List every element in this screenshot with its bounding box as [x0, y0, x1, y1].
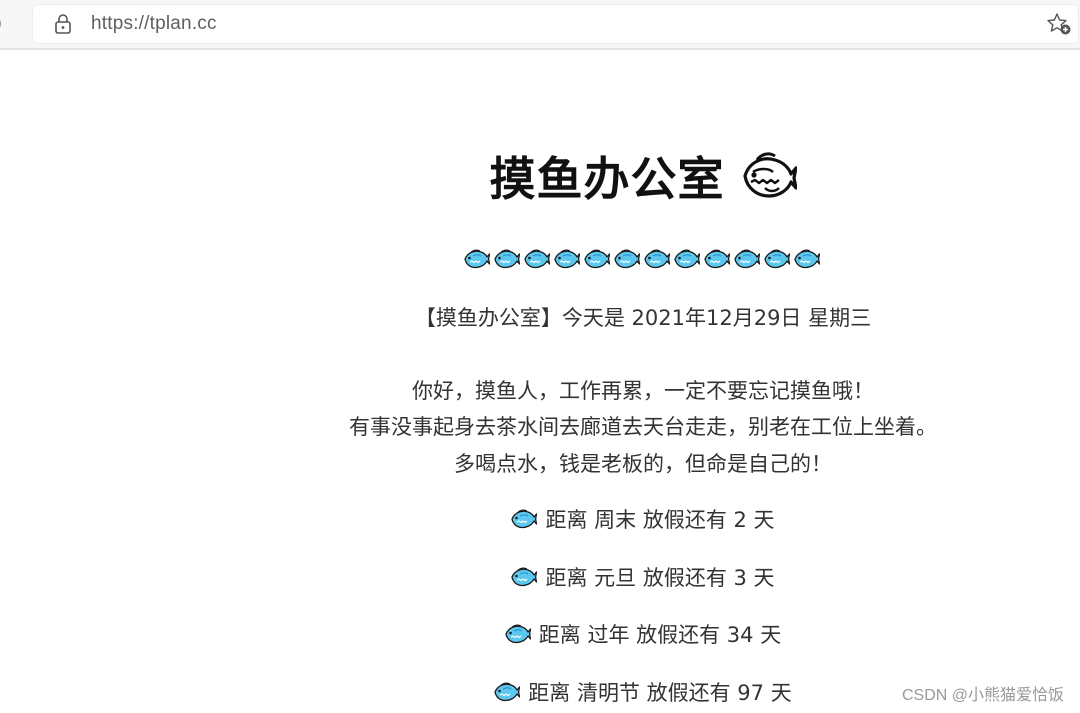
fish-icon	[734, 249, 760, 269]
greeting-line-2: 有事没事起身去茶水间去廊道去天台走走，别老在工位上坐着。	[349, 415, 937, 439]
fish-icon	[764, 249, 790, 269]
countdown-new-year: 距离 元旦 放假还有 3 天	[0, 562, 1080, 592]
greeting-line-1: 你好，摸鱼人，工作再累，一定不要忘记摸鱼哦！	[412, 379, 874, 403]
fish-icon	[704, 249, 730, 269]
fish-icon	[494, 249, 520, 269]
fish-icon	[511, 567, 538, 587]
countdown-text: 距离 周末 放假还有 2 天	[545, 508, 775, 532]
countdown-text: 距离 元旦 放假还有 3 天	[545, 566, 775, 590]
browser-toolbar: ) https://tplan.cc	[0, 0, 1080, 50]
lock-icon[interactable]	[53, 13, 73, 35]
countdown-text: 距离 过年 放假还有 34 天	[538, 623, 782, 647]
page-title: 摸鱼办公室	[489, 152, 725, 206]
greeting-line-3: 多喝点水，钱是老板的，但命是自己的！	[454, 452, 832, 476]
fish-icon	[674, 249, 700, 269]
fish-icon	[644, 249, 670, 269]
fish-icon	[554, 249, 580, 269]
page-content: 摸鱼办公室 【摸鱼办公室】今天是 2021年12月29日 星期三 你好，摸鱼人，…	[0, 50, 1080, 713]
fish-icon	[614, 249, 640, 269]
countdown-spring-festival: 距离 过年 放假还有 34 天	[0, 619, 1080, 649]
add-favorite-icon[interactable]	[1046, 12, 1072, 36]
date-line: 【摸鱼办公室】今天是 2021年12月29日 星期三	[414, 306, 872, 330]
fish-icon	[524, 249, 550, 269]
fish-icon	[511, 509, 538, 529]
address-bar[interactable]: https://tplan.cc	[33, 5, 1078, 43]
countdown-text: 距离 清明节 放假还有 97 天	[528, 681, 792, 705]
fish-icon	[464, 249, 490, 269]
fish-icon	[505, 624, 531, 644]
page-heading: 摸鱼办公室	[0, 143, 1080, 209]
watermark: CSDN @小熊猫爱恰饭	[901, 687, 1064, 704]
fish-icon	[584, 249, 610, 269]
fish-icon-row	[464, 248, 820, 270]
countdown-weekend: 距离 周末 放假还有 2 天	[0, 504, 1080, 534]
fish-icon	[794, 249, 820, 269]
fish-icon	[494, 682, 521, 702]
back-button-edge[interactable]: )	[0, 13, 2, 33]
fish-icon	[742, 152, 797, 198]
url-text[interactable]: https://tplan.cc	[91, 13, 217, 35]
